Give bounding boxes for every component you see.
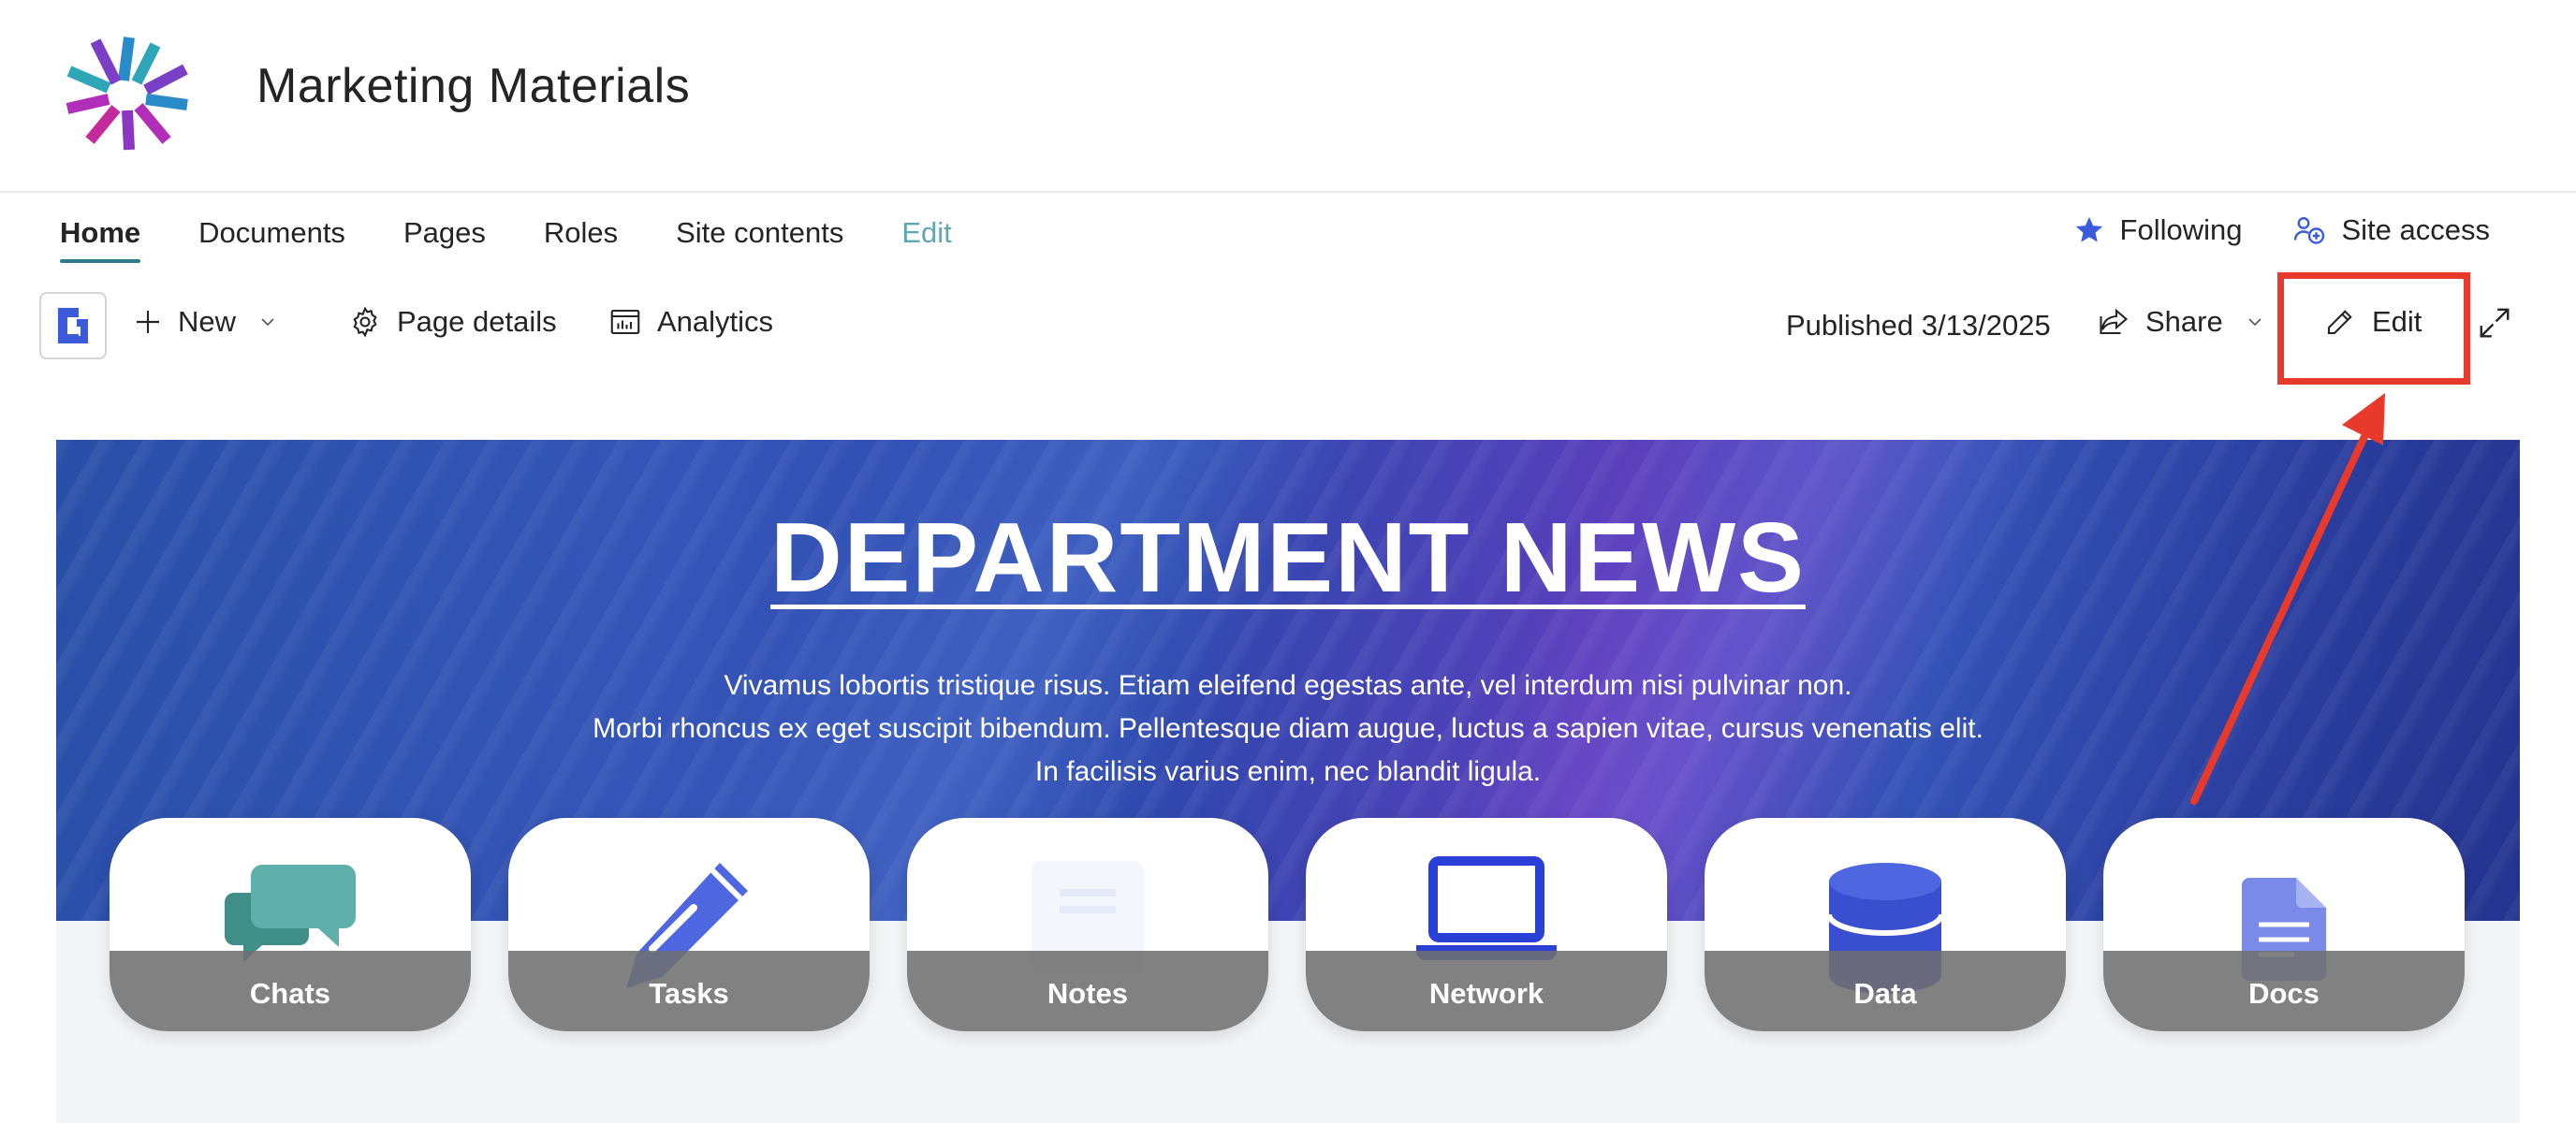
sharepoint-page: Marketing Materials Home Documents Pages… <box>0 0 2576 1123</box>
annotation-arrow-icon <box>2190 393 2385 805</box>
